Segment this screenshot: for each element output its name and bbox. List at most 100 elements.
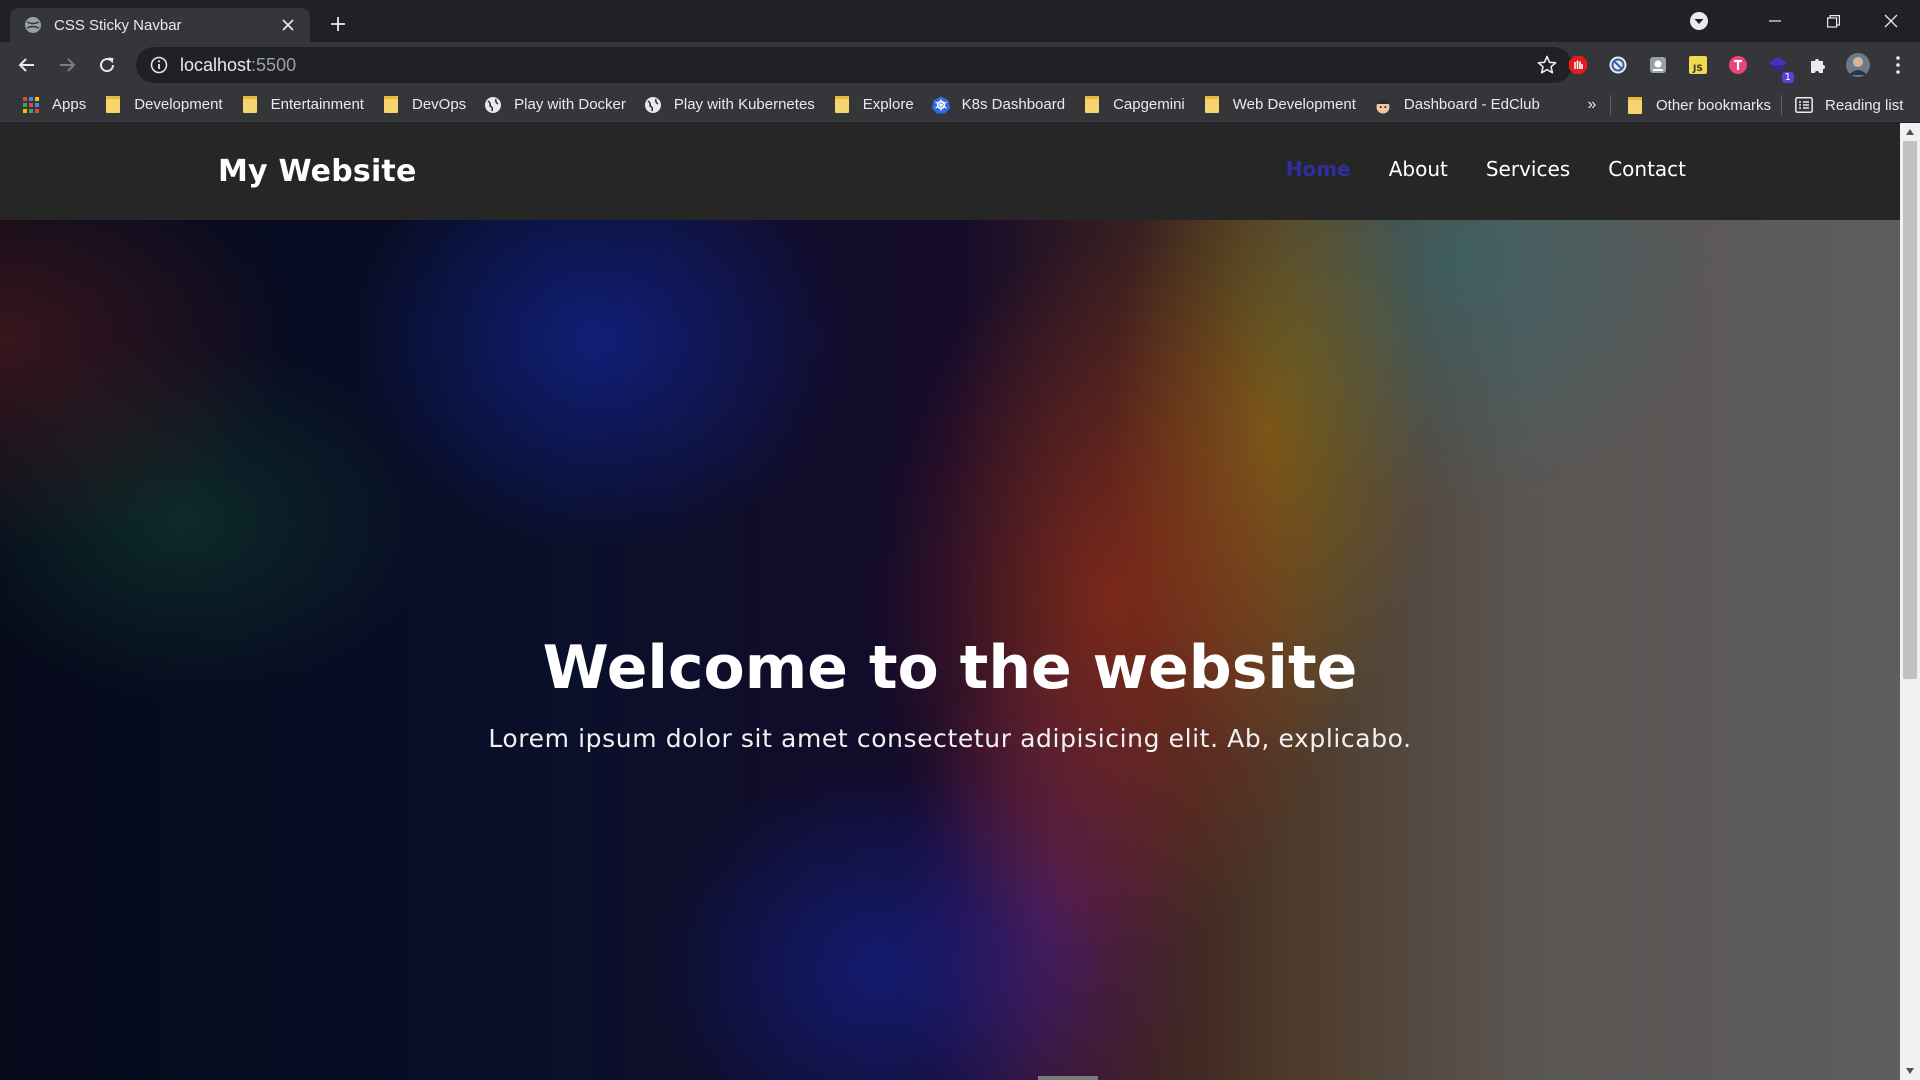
avatar[interactable]	[1838, 45, 1878, 85]
reading-list-label: Reading list	[1825, 96, 1904, 114]
browser-titlebar: CSS Sticky Navbar	[0, 0, 1920, 42]
bookmark-devops[interactable]: DevOps	[374, 91, 474, 119]
close-icon	[1884, 14, 1898, 28]
site-logo[interactable]: My Website	[218, 154, 417, 189]
bookmark-label: Play with Docker	[514, 96, 626, 113]
restore-icon	[1826, 14, 1840, 28]
bookmarks-separator	[1610, 95, 1611, 115]
folder-icon	[241, 96, 259, 114]
svg-text:JS: JS	[1692, 64, 1703, 74]
bookmark-capgemini[interactable]: Capgemini	[1075, 91, 1193, 119]
bookmark-play-with-docker[interactable]: Play with Docker	[476, 91, 634, 119]
bookmark-label: Dashboard - EdClub	[1403, 96, 1540, 113]
horizontal-scroll-indicator	[1038, 1076, 1098, 1080]
scrollbar-thumb[interactable]	[1903, 141, 1917, 679]
new-tab-button[interactable]	[324, 10, 352, 38]
site-navbar: My Website Home About Services Contact	[0, 123, 1900, 220]
bookmark-explore[interactable]: Explore	[825, 91, 922, 119]
puzzle-icon[interactable]	[1798, 45, 1838, 85]
bookmark-label: Play with Kubernetes	[673, 96, 815, 113]
chevron-down-icon	[1690, 12, 1708, 30]
minimize-button[interactable]	[1746, 0, 1804, 42]
kubernetes-icon	[931, 96, 950, 114]
globe-icon	[644, 96, 662, 114]
folder-icon	[1083, 96, 1101, 114]
bookmark-label: Apps	[52, 96, 87, 113]
reading-list-button[interactable]: Reading list	[1787, 91, 1911, 119]
extension-badge: 1	[1781, 72, 1794, 83]
bookmark-label: Capgemini	[1113, 96, 1185, 113]
url-text[interactable]: localhost:5500	[180, 55, 1536, 76]
nav-links: Home About Services Contact	[1248, 157, 1686, 181]
folder-icon	[382, 96, 400, 114]
star-icon[interactable]	[1536, 54, 1558, 76]
nav-link-contact[interactable]: Contact	[1608, 157, 1686, 181]
nav-link-about[interactable]: About	[1389, 157, 1448, 181]
bookmark-web-development[interactable]: Web Development	[1195, 91, 1364, 119]
bookmark-label: Entertainment	[270, 96, 364, 113]
bookmark-apps[interactable]: Apps	[14, 91, 94, 119]
nav-link-services[interactable]: Services	[1486, 157, 1570, 181]
vertical-scrollbar[interactable]	[1900, 123, 1920, 1080]
tab-search-button[interactable]	[1688, 10, 1710, 32]
bookmark-other-bookmarks[interactable]: Other bookmarks	[1618, 91, 1779, 119]
bookmarks-bar: Apps Development Entertainment DevOps Pl…	[0, 88, 1920, 122]
back-button[interactable]	[7, 45, 47, 85]
reload-button[interactable]	[87, 45, 127, 85]
globe-icon	[484, 96, 502, 114]
folder-icon	[833, 96, 851, 114]
reading-list-icon	[1795, 96, 1813, 114]
bookmark-label: Development	[134, 96, 223, 113]
menu-kebab-icon[interactable]	[1878, 45, 1918, 85]
hero-subtitle: Lorem ipsum dolor sit amet consectetur a…	[488, 724, 1412, 753]
folder-icon	[104, 96, 122, 114]
block-extension-icon[interactable]	[1598, 45, 1638, 85]
reload-icon	[100, 57, 115, 73]
bookmarks-separator	[1781, 95, 1782, 115]
tab-title: CSS Sticky Navbar	[54, 16, 182, 34]
js-extension-icon[interactable]: JS	[1678, 45, 1718, 85]
bookmarks-overflow-button[interactable]: »	[1580, 88, 1604, 122]
window-controls	[1688, 0, 1920, 42]
hero-section: Welcome to the website Lorem ipsum dolor…	[0, 220, 1900, 1080]
minimize-icon	[1769, 20, 1781, 22]
restore-button[interactable]	[1804, 0, 1862, 42]
scroll-down-arrow-icon[interactable]	[1900, 1062, 1920, 1080]
screenshot-extension-icon[interactable]	[1638, 45, 1678, 85]
info-icon[interactable]	[150, 56, 168, 74]
forward-button[interactable]	[47, 45, 87, 85]
extensions-row: JS 1	[1558, 42, 1918, 88]
browser-tab[interactable]: CSS Sticky Navbar	[10, 8, 310, 42]
close-window-button[interactable]	[1862, 0, 1920, 42]
bookmark-entertainment[interactable]: Entertainment	[233, 91, 372, 119]
globe-icon	[24, 16, 42, 34]
bookmark-development[interactable]: Development	[96, 91, 230, 119]
bookmark-k8s-dashboard[interactable]: K8s Dashboard	[924, 91, 1073, 119]
hero-title: Welcome to the website	[542, 633, 1358, 703]
bookmark-dashboard-edclub[interactable]: Dashboard - EdClub	[1366, 91, 1548, 119]
plus-icon	[331, 17, 345, 31]
bookmark-label: DevOps	[411, 96, 467, 113]
address-bar[interactable]: localhost:5500	[136, 47, 1572, 83]
folder-icon	[1626, 96, 1644, 114]
arrow-left-icon	[18, 58, 34, 72]
bookmark-play-with-kubernetes[interactable]: Play with Kubernetes	[636, 91, 823, 119]
edclub-icon	[1374, 96, 1392, 114]
close-icon[interactable]	[278, 15, 298, 35]
folder-icon	[1203, 96, 1221, 114]
scroll-up-arrow-icon[interactable]	[1900, 123, 1920, 141]
adblock-extension-icon[interactable]	[1558, 45, 1598, 85]
url-host: localhost	[180, 54, 252, 75]
browser-toolbar: localhost:5500 JS 1	[0, 42, 1920, 88]
url-port: :5500	[251, 54, 297, 75]
bookmark-label: K8s Dashboard	[961, 96, 1066, 113]
bookmark-label: Web Development	[1232, 96, 1356, 113]
arrow-right-icon	[60, 58, 76, 72]
nav-link-home[interactable]: Home	[1286, 157, 1351, 181]
apps-grid-icon	[22, 96, 40, 114]
bookmark-label: Explore	[862, 96, 914, 113]
page-viewport: My Website Home About Services Contact W…	[0, 123, 1900, 1080]
badge-extension-icon[interactable]: 1	[1758, 45, 1798, 85]
t-extension-icon[interactable]	[1718, 45, 1758, 85]
bookmark-label: Other bookmarks	[1656, 96, 1772, 114]
